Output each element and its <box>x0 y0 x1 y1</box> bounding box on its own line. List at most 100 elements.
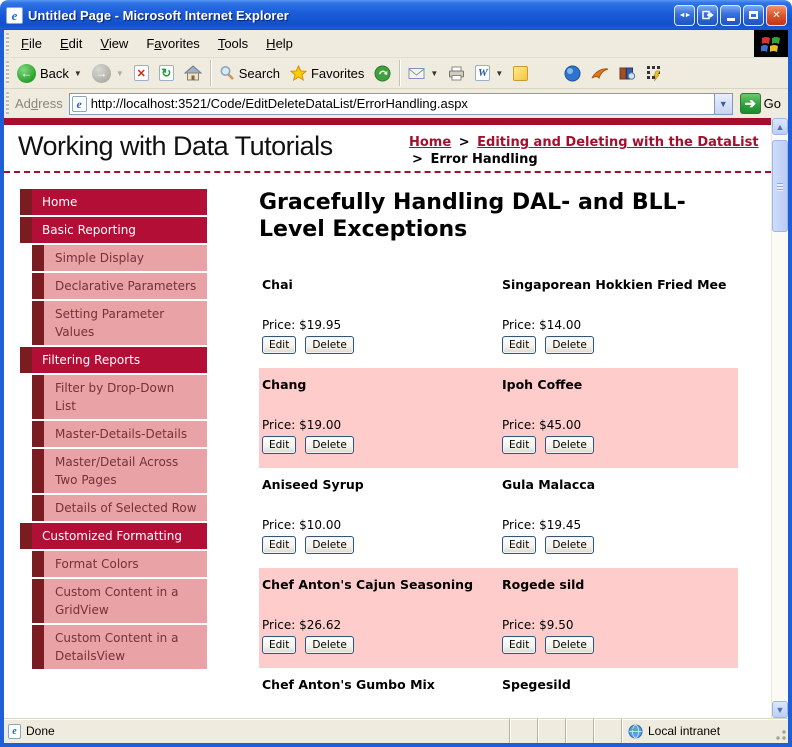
media-icon <box>374 65 391 81</box>
edit-button[interactable]: Edit <box>502 636 537 654</box>
scroll-up-button[interactable]: ▲ <box>772 118 788 135</box>
media-button[interactable] <box>369 63 396 84</box>
sidebar-item-custom-content-in-a-gridview[interactable]: Custom Content in a GridView <box>32 579 207 623</box>
home-button[interactable] <box>179 63 207 83</box>
delete-button[interactable]: Delete <box>305 436 354 454</box>
breadcrumb-link-home[interactable]: Home <box>409 135 451 150</box>
menu-view[interactable]: View <box>91 32 137 55</box>
edit-button[interactable]: Edit <box>262 336 297 354</box>
price-value: $19.00 <box>299 418 342 432</box>
sidebar-item-custom-content-in-a-detailsview[interactable]: Custom Content in a DetailsView <box>32 625 207 669</box>
sidebar-item-basic-reporting[interactable]: Basic Reporting <box>20 217 207 243</box>
close-button[interactable]: ✕ <box>766 4 787 26</box>
scroll-down-button[interactable]: ▼ <box>772 701 788 718</box>
sidebar-item-master-detail-across-two-pages[interactable]: Master/Detail Across Two Pages <box>32 449 207 493</box>
page-content: Working with Data Tutorials Home > Editi… <box>4 118 771 718</box>
delete-button[interactable]: Delete <box>545 436 594 454</box>
refresh-button[interactable]: ↻ <box>154 63 179 83</box>
sidebar-item-customized-formatting[interactable]: Customized Formatting <box>20 523 207 549</box>
addressbar-grip[interactable] <box>6 92 9 115</box>
minimize-button[interactable] <box>720 4 741 26</box>
scrollbar-track[interactable] <box>772 135 788 701</box>
stop-button[interactable]: ✕ <box>129 63 154 83</box>
window-title: Untitled Page - Microsoft Internet Explo… <box>28 7 289 23</box>
sidebar-item-format-colors[interactable]: Format Colors <box>32 551 207 577</box>
quick-launch-button[interactable] <box>586 64 614 82</box>
product-price: Price: $26.62 <box>262 618 502 632</box>
mail-button[interactable]: ▼ <box>403 65 443 82</box>
address-input[interactable]: e http://localhost:3521/Code/EditDeleteD… <box>68 92 733 115</box>
product-cell-gula-malacca: Gula Malacca Price: $19.45 Edit Delete <box>502 477 738 568</box>
title-bar[interactable]: e Untitled Page - Microsoft Internet Exp… <box>0 0 792 30</box>
sidebar-item-details-of-selected-row[interactable]: Details of Selected Row <box>32 495 207 521</box>
encoder-button[interactable] <box>641 63 667 83</box>
menu-favorites[interactable]: Favorites <box>137 32 208 55</box>
sidebar-item-strip <box>20 347 32 373</box>
window-frame: File Edit View Favorites Tools Help ← Back ▼ … <box>0 30 792 747</box>
ie-window: e Untitled Page - Microsoft Internet Exp… <box>0 0 792 747</box>
sidebar-item-declarative-parameters[interactable]: Declarative Parameters <box>32 273 207 299</box>
edit-button[interactable]: Edit <box>502 436 537 454</box>
back-dropdown-icon: ▼ <box>73 68 82 78</box>
status-pane <box>537 719 565 743</box>
sidebar-item-strip <box>32 301 44 345</box>
product-cell-chang: Chang Price: $19.00 Edit Delete <box>262 377 502 468</box>
search-button[interactable]: Search <box>214 63 285 83</box>
print-button[interactable] <box>443 64 470 83</box>
product-price: Price: $14.00 <box>502 318 738 332</box>
product-cell-chai: Chai Price: $19.95 Edit Delete <box>262 277 502 368</box>
intranet-globe-icon <box>628 724 643 738</box>
maximize-button[interactable] <box>743 4 764 26</box>
home-icon <box>183 65 202 81</box>
edit-with-word-button[interactable]: W ▼ <box>470 63 508 83</box>
menubar-grip[interactable] <box>6 33 9 54</box>
site-top-band <box>4 118 771 125</box>
sidebar-item-setting-parameter-values[interactable]: Setting Parameter Values <box>32 301 207 345</box>
edit-button[interactable]: Edit <box>502 336 537 354</box>
discuss-button[interactable] <box>508 64 533 83</box>
scrollbar-thumb[interactable] <box>772 140 788 232</box>
delete-button[interactable]: Delete <box>305 336 354 354</box>
price-value: $19.95 <box>299 318 342 332</box>
menu-help[interactable]: Help <box>257 32 302 55</box>
print-icon <box>449 66 465 80</box>
research-button[interactable] <box>614 64 641 83</box>
sidebar-item-simple-display[interactable]: Simple Display <box>32 245 207 271</box>
delete-button[interactable]: Delete <box>545 336 594 354</box>
breadcrumb-separator: > <box>458 135 470 150</box>
delete-button[interactable]: Delete <box>545 536 594 554</box>
sidebar-item-strip <box>32 551 44 577</box>
delete-button[interactable]: Delete <box>545 636 594 654</box>
product-name: Singaporean Hokkien Fried Mee <box>502 277 727 292</box>
breadcrumb-link-editing-and-deleting-with-the-datalist[interactable]: Editing and Deleting with the DataList <box>477 135 758 150</box>
back-button[interactable]: ← Back ▼ <box>12 62 87 85</box>
edit-button[interactable]: Edit <box>262 636 297 654</box>
address-dropdown-button[interactable]: ▼ <box>713 93 732 114</box>
toolbar-grip[interactable] <box>6 61 9 85</box>
forward-icon: → <box>91 63 111 83</box>
edit-button[interactable]: Edit <box>502 536 537 554</box>
pan-arrows-button[interactable]: ◄► <box>674 4 695 26</box>
product-cell-rogede-sild: Rogede sild Price: $9.50 Edit Delete <box>502 577 738 668</box>
menu-edit[interactable]: Edit <box>51 32 91 55</box>
status-pane <box>509 719 537 743</box>
forward-button[interactable]: → ▼ <box>87 62 129 85</box>
go-button[interactable]: ➔ <box>739 93 761 114</box>
resize-grip[interactable] <box>773 719 788 743</box>
delete-button[interactable]: Delete <box>305 636 354 654</box>
edit-button[interactable]: Edit <box>262 536 297 554</box>
delete-button[interactable]: Delete <box>305 536 354 554</box>
favorites-button[interactable]: Favorites <box>285 63 369 83</box>
sidebar-item-filtering-reports[interactable]: Filtering Reports <box>20 347 207 373</box>
menu-file[interactable]: File <box>12 32 51 55</box>
sidebar-item-filter-by-drop-down-list[interactable]: Filter by Drop-Down List <box>32 375 207 419</box>
menu-tools[interactable]: Tools <box>209 32 257 55</box>
page-body: Home Basic Reporting Simple Display Declara… <box>4 173 771 718</box>
popout-button[interactable] <box>697 4 718 26</box>
sidebar-item-home[interactable]: Home <box>20 189 207 215</box>
sidebar-item-master-details-details[interactable]: Master-Details-Details <box>32 421 207 447</box>
edit-button[interactable]: Edit <box>262 436 297 454</box>
vertical-scrollbar[interactable]: ▲ ▼ <box>771 118 788 718</box>
messenger-button[interactable] <box>559 63 586 84</box>
ie-logo-icon: e <box>6 6 23 24</box>
